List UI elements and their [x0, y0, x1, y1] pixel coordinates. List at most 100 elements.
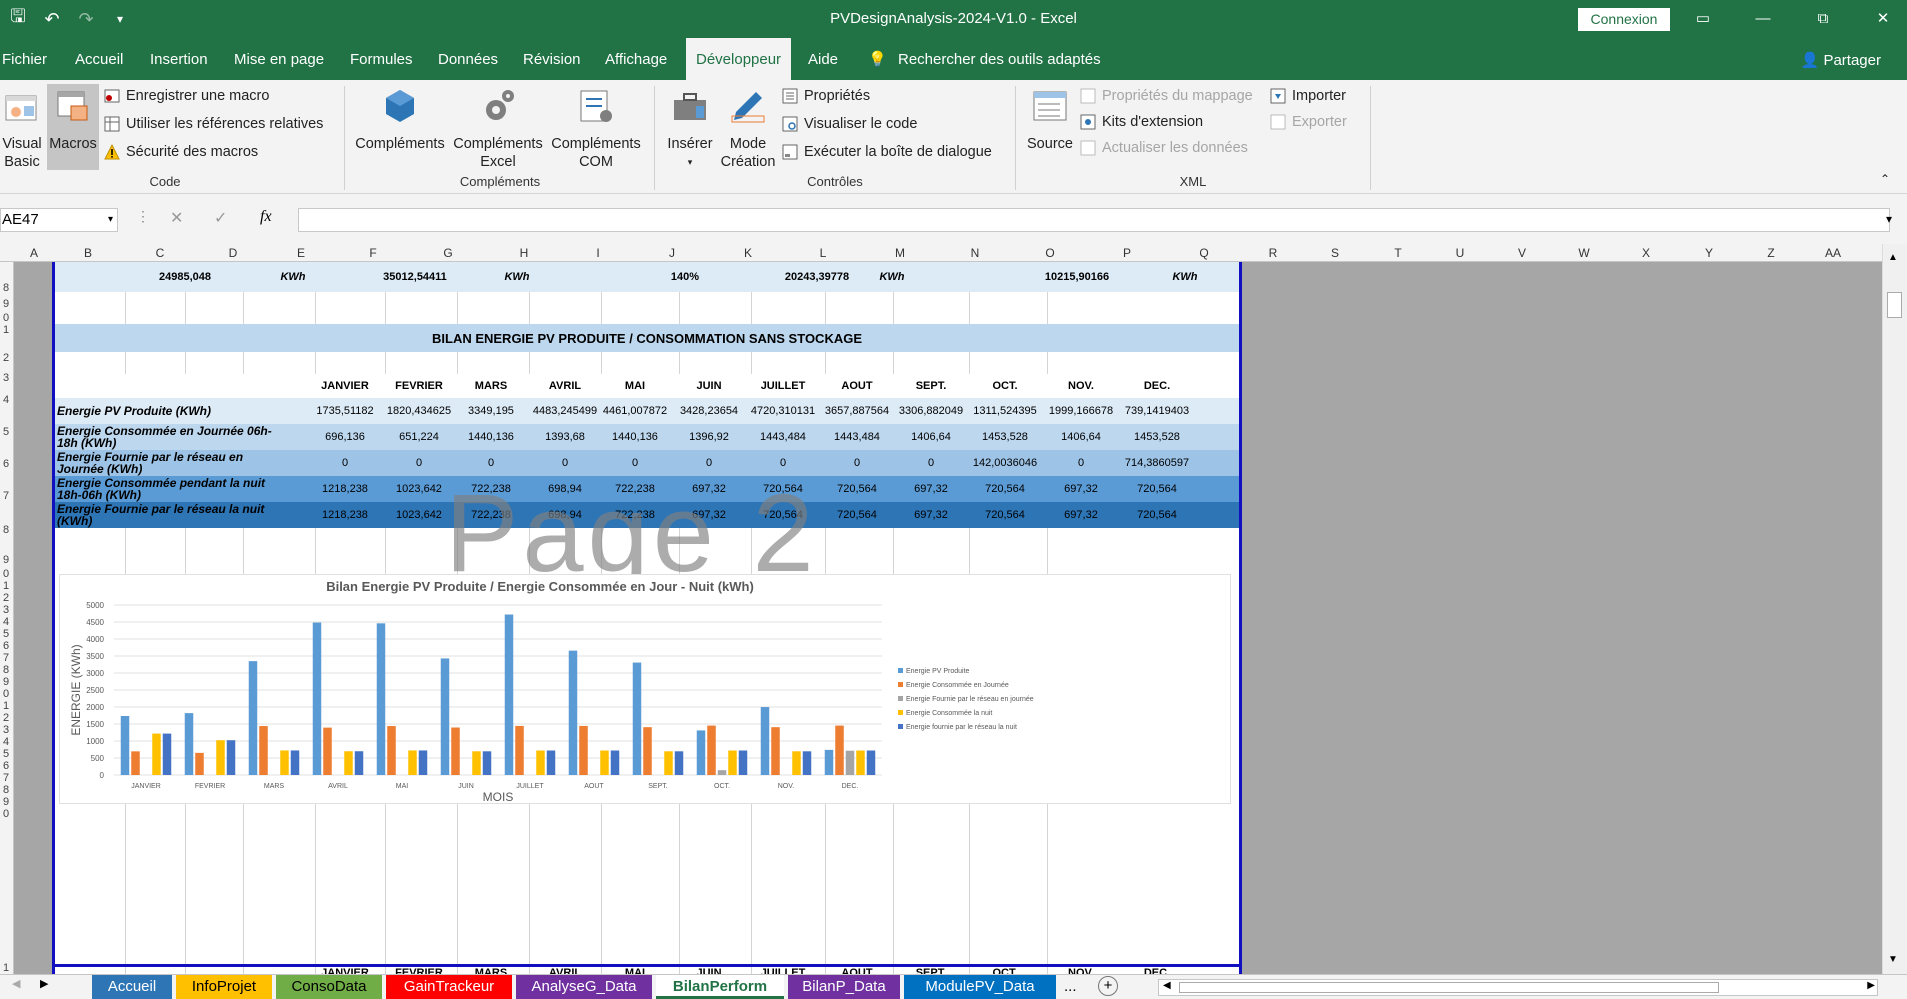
month-header[interactable]: NOV.: [1047, 967, 1115, 974]
table-cell[interactable]: 0: [1045, 450, 1117, 476]
row-header[interactable]: 6: [0, 640, 12, 652]
row-header[interactable]: 2: [0, 352, 12, 364]
view-code-button[interactable]: Visualiser le code: [782, 116, 917, 132]
table-cell[interactable]: 697,32: [895, 476, 967, 502]
formula-input[interactable]: [298, 208, 1890, 232]
column-header[interactable]: H: [509, 246, 539, 260]
import-button[interactable]: Importer: [1270, 88, 1346, 104]
run-dialog-button[interactable]: Exécuter la boîte de dialogue: [782, 144, 992, 160]
sheet-tab[interactable]: BilanP_Data: [788, 975, 900, 999]
table-cell[interactable]: 4461,007872: [599, 398, 671, 424]
refresh-data-button[interactable]: Actualiser les données: [1080, 140, 1248, 156]
month-header[interactable]: FEVRIER: [385, 374, 453, 398]
column-header[interactable]: Y: [1694, 246, 1724, 260]
expand-formula-icon[interactable]: ▾: [1886, 212, 1892, 226]
month-header[interactable]: AVRIL: [531, 374, 599, 398]
month-header[interactable]: MARS: [457, 967, 525, 974]
table-cell[interactable]: 1453,528: [969, 424, 1041, 450]
chart-container[interactable]: Bilan Energie PV Produite / Energie Cons…: [59, 574, 1231, 804]
complements-button[interactable]: Compléments: [352, 86, 448, 153]
table-cell[interactable]: 697,32: [895, 502, 967, 528]
row-header[interactable]: 7: [0, 652, 12, 664]
row-header[interactable]: 1: [0, 700, 12, 712]
column-header[interactable]: R: [1258, 246, 1288, 260]
table-cell[interactable]: 0: [821, 450, 893, 476]
table-cell[interactable]: 651,224: [383, 424, 455, 450]
table-cell[interactable]: 1443,484: [821, 424, 893, 450]
tab-revision[interactable]: Révision: [523, 38, 581, 80]
tab-donnees[interactable]: Données: [438, 38, 498, 80]
scroll-up-icon[interactable]: ▲: [1888, 252, 1898, 263]
row-header[interactable]: 0: [0, 312, 12, 324]
tab-aide[interactable]: Aide: [808, 38, 838, 80]
more-sheets-button[interactable]: ...: [1064, 975, 1077, 999]
table-cell[interactable]: 1406,64: [1045, 424, 1117, 450]
table-cell[interactable]: 3349,195: [455, 398, 527, 424]
summary-unit[interactable]: KWh: [273, 262, 313, 292]
name-box[interactable]: AE47 ▾: [0, 208, 118, 232]
table-cell[interactable]: 720,564: [969, 476, 1041, 502]
row-label[interactable]: Energie PV Produite (KWh): [57, 398, 287, 424]
row-header[interactable]: 1: [0, 580, 12, 592]
month-header[interactable]: AOUT: [823, 374, 891, 398]
prev-sheet-icon[interactable]: ◀: [12, 977, 20, 990]
column-header[interactable]: A: [19, 246, 49, 260]
visual-basic-button[interactable]: Visual Basic: [2, 86, 42, 171]
scroll-right-icon[interactable]: ▶: [1867, 980, 1875, 991]
table-cell[interactable]: 720,564: [821, 476, 893, 502]
column-header[interactable]: X: [1631, 246, 1661, 260]
column-header[interactable]: Z: [1756, 246, 1786, 260]
table-cell[interactable]: 4483,245499: [529, 398, 601, 424]
row-header[interactable]: 9: [0, 298, 12, 310]
summary-value[interactable]: 35012,54411: [355, 262, 475, 292]
summary-value[interactable]: 10215,90166: [1017, 262, 1137, 292]
month-header[interactable]: AOUT: [823, 967, 891, 974]
column-header[interactable]: O: [1035, 246, 1065, 260]
row-header[interactable]: 9: [0, 554, 12, 566]
row-header[interactable]: 3: [0, 372, 12, 384]
sheet-tab[interactable]: InfoProjet: [176, 975, 272, 999]
row-label[interactable]: Energie Fournie par le réseau en Journée…: [57, 450, 287, 476]
column-header[interactable]: D: [218, 246, 248, 260]
month-header[interactable]: NOV.: [1047, 374, 1115, 398]
table-cell[interactable]: 720,564: [969, 502, 1041, 528]
table-cell[interactable]: 4720,310131: [747, 398, 819, 424]
cancel-icon[interactable]: ✕: [170, 208, 183, 228]
add-sheet-button[interactable]: +: [1098, 976, 1118, 996]
row-header[interactable]: 2: [0, 712, 12, 724]
column-header[interactable]: G: [433, 246, 463, 260]
macro-security-button[interactable]: Sécurité des macros: [104, 144, 258, 160]
table-cell[interactable]: 1453,528: [1121, 424, 1193, 450]
month-header[interactable]: DEC.: [1123, 374, 1191, 398]
table-cell[interactable]: 697,32: [1045, 502, 1117, 528]
next-sheet-icon[interactable]: ▶: [40, 977, 48, 990]
column-header[interactable]: V: [1507, 246, 1537, 260]
tab-developpeur[interactable]: Développeur: [686, 38, 792, 80]
row-header[interactable]: 5: [0, 628, 12, 640]
insert-control-button[interactable]: Insérer ▾: [664, 86, 716, 171]
summary-value[interactable]: 20243,39778: [757, 262, 877, 292]
summary-unit[interactable]: KWh: [497, 262, 537, 292]
row-header[interactable]: 9: [0, 796, 12, 808]
table-cell[interactable]: 142,0036046: [969, 450, 1041, 476]
row-header[interactable]: 0: [0, 808, 12, 820]
table-cell[interactable]: 3657,887564: [821, 398, 893, 424]
row-header[interactable]: 2: [0, 592, 12, 604]
column-header[interactable]: C: [145, 246, 175, 260]
month-header[interactable]: JUILLET: [749, 967, 817, 974]
table-cell[interactable]: 720,564: [821, 502, 893, 528]
column-header[interactable]: M: [885, 246, 915, 260]
table-cell[interactable]: 1443,484: [747, 424, 819, 450]
insert-function-button[interactable]: fx: [260, 208, 272, 226]
column-header[interactable]: P: [1112, 246, 1142, 260]
tab-fichier[interactable]: Fichier: [2, 38, 47, 80]
month-header[interactable]: DEC.: [1123, 967, 1191, 974]
table-cell[interactable]: 696,136: [309, 424, 381, 450]
vertical-scrollbar[interactable]: ▲ ▼: [1882, 244, 1907, 974]
ribbon-display-icon[interactable]: ▭: [1680, 0, 1726, 38]
row-header[interactable]: 1: [0, 962, 12, 974]
month-header[interactable]: FEVRIER: [385, 967, 453, 974]
month-header[interactable]: OCT.: [971, 374, 1039, 398]
close-button[interactable]: ✕: [1860, 0, 1906, 38]
row-header[interactable]: 4: [0, 736, 12, 748]
